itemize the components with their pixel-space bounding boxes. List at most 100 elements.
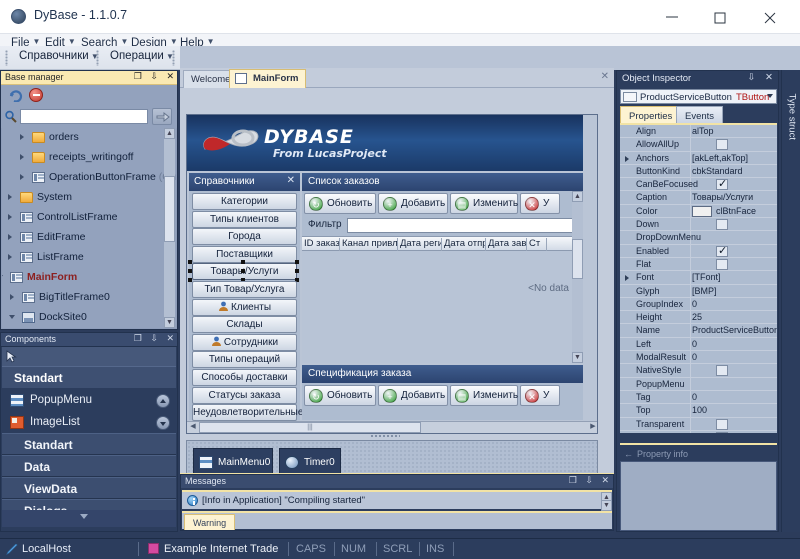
messages-list[interactable]: [Info in Application] "Compiling started…: [182, 490, 612, 511]
selection-handle[interactable]: [295, 260, 299, 265]
action-button[interactable]: ↻ Обновить: [304, 385, 376, 406]
directory-button[interactable]: Типы операций: [192, 351, 297, 369]
tab-close-button[interactable]: ✕: [601, 71, 609, 82]
action-button[interactable]: ✕ У: [520, 193, 560, 214]
property-row[interactable]: Anchors [akLeft,akTop]: [620, 151, 777, 165]
property-row[interactable]: Tag 0: [620, 390, 777, 405]
object-selector-combobox[interactable]: ProductServiceButton TButton: [620, 89, 777, 104]
tab-events[interactable]: Events: [676, 106, 724, 123]
property-row[interactable]: Height 25: [620, 311, 777, 325]
maximize-button[interactable]: [698, 0, 744, 33]
chevron-right-icon[interactable]: [8, 254, 12, 260]
spin-up-button[interactable]: [156, 394, 170, 408]
orders-filter-input[interactable]: [347, 218, 579, 233]
tree-node[interactable]: ControlListFrame: [2, 208, 176, 228]
property-row[interactable]: CanBeFocused: [620, 177, 777, 192]
property-row[interactable]: AllowAllUp: [620, 138, 777, 152]
toolbar-operations-button[interactable]: Операции ▼: [104, 49, 180, 67]
directory-button[interactable]: Статусы заказа: [192, 386, 297, 404]
property-row[interactable]: Glyph [BMP]: [620, 284, 777, 298]
pin-icon[interactable]: ⇩: [585, 475, 593, 485]
tree-node[interactable]: OperationButtonFrame (Операции: [2, 168, 176, 188]
toolbar-grip[interactable]: [5, 50, 8, 66]
pin-icon[interactable]: ⇩: [150, 71, 158, 82]
property-row[interactable]: Enabled: [620, 244, 777, 258]
scroll-right-icon[interactable]: ▶: [587, 422, 597, 433]
orders-grid-body[interactable]: <No data: [302, 251, 583, 363]
property-row[interactable]: Down: [620, 218, 777, 232]
property-checkbox[interactable]: [716, 258, 728, 270]
refresh-icon[interactable]: [9, 88, 24, 103]
base-manager-tree[interactable]: orders receipts_writingoff OperationButton…: [2, 128, 176, 328]
action-button[interactable]: ▤ Изменить: [450, 385, 518, 406]
messages-scrollbar[interactable]: ▲ ▼: [601, 492, 612, 511]
color-swatch[interactable]: [692, 205, 712, 217]
pin-icon[interactable]: ⇩: [747, 72, 755, 83]
property-row[interactable]: Left 0: [620, 337, 777, 352]
chevron-right-icon[interactable]: [8, 194, 12, 200]
directory-button[interactable]: Сотрудники: [192, 333, 297, 351]
pin-icon[interactable]: ⇩: [150, 333, 158, 344]
grid-column-header[interactable]: Дата отправ: [442, 238, 486, 251]
directory-button[interactable]: Склады: [192, 316, 297, 334]
directories-panel-close-icon[interactable]: ✕: [287, 175, 295, 186]
splitter-grip[interactable]: [370, 434, 400, 439]
form-designer[interactable]: DYBASE From LucasProject Справочники ✕ К…: [180, 88, 614, 483]
tab-mainform[interactable]: MainForm: [229, 69, 307, 88]
component-category[interactable]: Data: [2, 455, 176, 477]
tree-node[interactable]: DockSite0: [2, 308, 176, 328]
stop-icon[interactable]: [29, 88, 43, 102]
grid-column-header[interactable]: Ст: [527, 238, 547, 251]
selection-handle[interactable]: [241, 260, 245, 265]
tree-node[interactable]: EditFrame: [2, 228, 176, 248]
property-checkbox[interactable]: [716, 418, 728, 430]
property-row[interactable]: DropDownMenu: [620, 231, 777, 245]
orders-vertical-scrollbar[interactable]: ▲ ▼: [572, 191, 583, 363]
action-button[interactable]: + Добавить: [378, 193, 448, 214]
search-submit-button[interactable]: [152, 108, 172, 125]
property-checkbox[interactable]: [716, 139, 728, 151]
chevron-down-icon[interactable]: [80, 514, 88, 519]
property-checkbox[interactable]: [716, 244, 728, 257]
toolbar-grip-3[interactable]: [172, 50, 175, 66]
directory-button[interactable]: Неудовлетворительные: [192, 404, 303, 422]
chevron-right-icon[interactable]: [625, 155, 629, 162]
selection-handle[interactable]: [188, 260, 192, 265]
scroll-up-icon[interactable]: ▲: [164, 128, 175, 139]
scroll-down-icon[interactable]: ▼: [164, 317, 175, 328]
tree-node[interactable]: MainForm: [2, 268, 176, 288]
scroll-left-icon[interactable]: ◀: [187, 422, 199, 433]
property-row[interactable]: PopupMenu: [620, 377, 777, 391]
selection-handle[interactable]: [295, 269, 299, 274]
close-button[interactable]: [748, 0, 794, 33]
property-checkbox[interactable]: [716, 365, 728, 377]
property-checkbox[interactable]: [716, 177, 728, 191]
restore-icon[interactable]: ❐: [134, 71, 142, 82]
toolbar-grip-2[interactable]: [96, 50, 99, 66]
spin-down-button[interactable]: [156, 416, 170, 430]
property-row[interactable]: Visible: [620, 430, 777, 433]
pointer-tool-icon[interactable]: [6, 350, 17, 363]
chevron-down-icon[interactable]: [767, 94, 773, 98]
scroll-thumb[interactable]: [164, 176, 175, 242]
tree-node[interactable]: System: [2, 188, 176, 208]
close-icon[interactable]: ✕: [166, 333, 174, 344]
action-button[interactable]: ▤ Изменить: [450, 193, 518, 214]
grid-column-header[interactable]: Дата завер: [486, 238, 527, 251]
directory-button[interactable]: Города: [192, 228, 297, 246]
selection-handle[interactable]: [241, 269, 245, 274]
property-row[interactable]: NativeStyle: [620, 364, 777, 378]
restore-icon[interactable]: ❐: [569, 475, 577, 485]
property-row[interactable]: GroupIndex 0: [620, 297, 777, 312]
chevron-right-icon[interactable]: [20, 174, 24, 180]
grid-column-header[interactable]: Дата регист: [398, 238, 442, 251]
component-category[interactable]: Standart: [2, 433, 176, 455]
scroll-thumb[interactable]: |||: [199, 422, 421, 433]
property-row[interactable]: Name ProductServiceButton: [620, 324, 777, 338]
directory-button[interactable]: Категории: [192, 193, 297, 210]
property-row[interactable]: ModalResult 0: [620, 351, 777, 365]
close-icon[interactable]: ✕: [166, 71, 174, 82]
close-icon[interactable]: ✕: [765, 72, 773, 83]
selection-handle[interactable]: [188, 269, 192, 274]
tree-node[interactable]: BigTitleFrame0: [2, 288, 176, 308]
